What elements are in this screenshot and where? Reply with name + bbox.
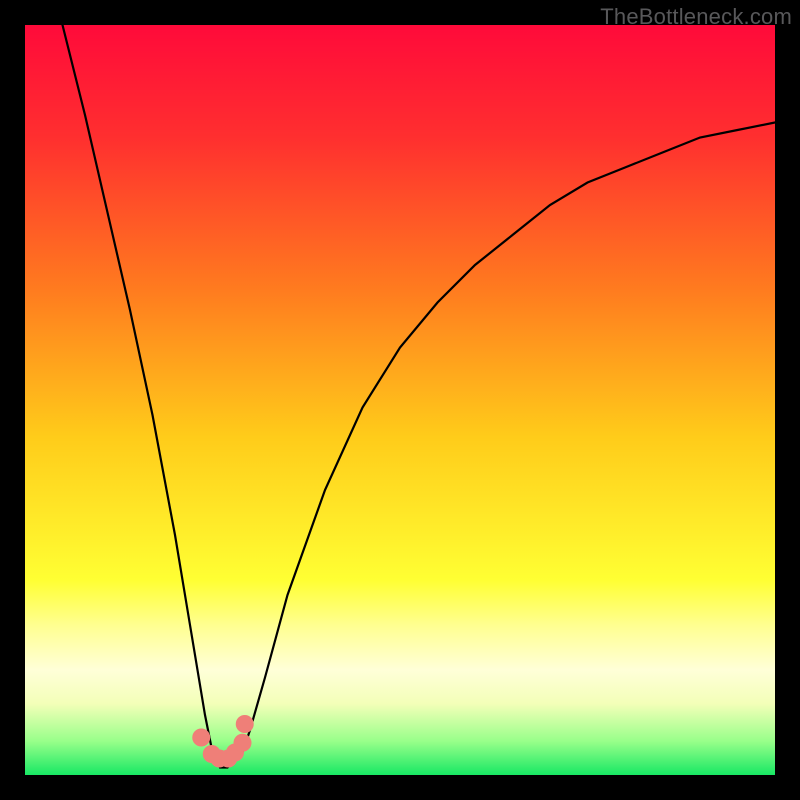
watermark-text: TheBottleneck.com xyxy=(600,4,792,30)
valley-marker xyxy=(234,734,252,752)
chart-frame xyxy=(25,25,775,775)
valley-marker xyxy=(236,715,254,733)
chart-svg xyxy=(25,25,775,775)
gradient-background xyxy=(25,25,775,775)
valley-marker xyxy=(192,729,210,747)
